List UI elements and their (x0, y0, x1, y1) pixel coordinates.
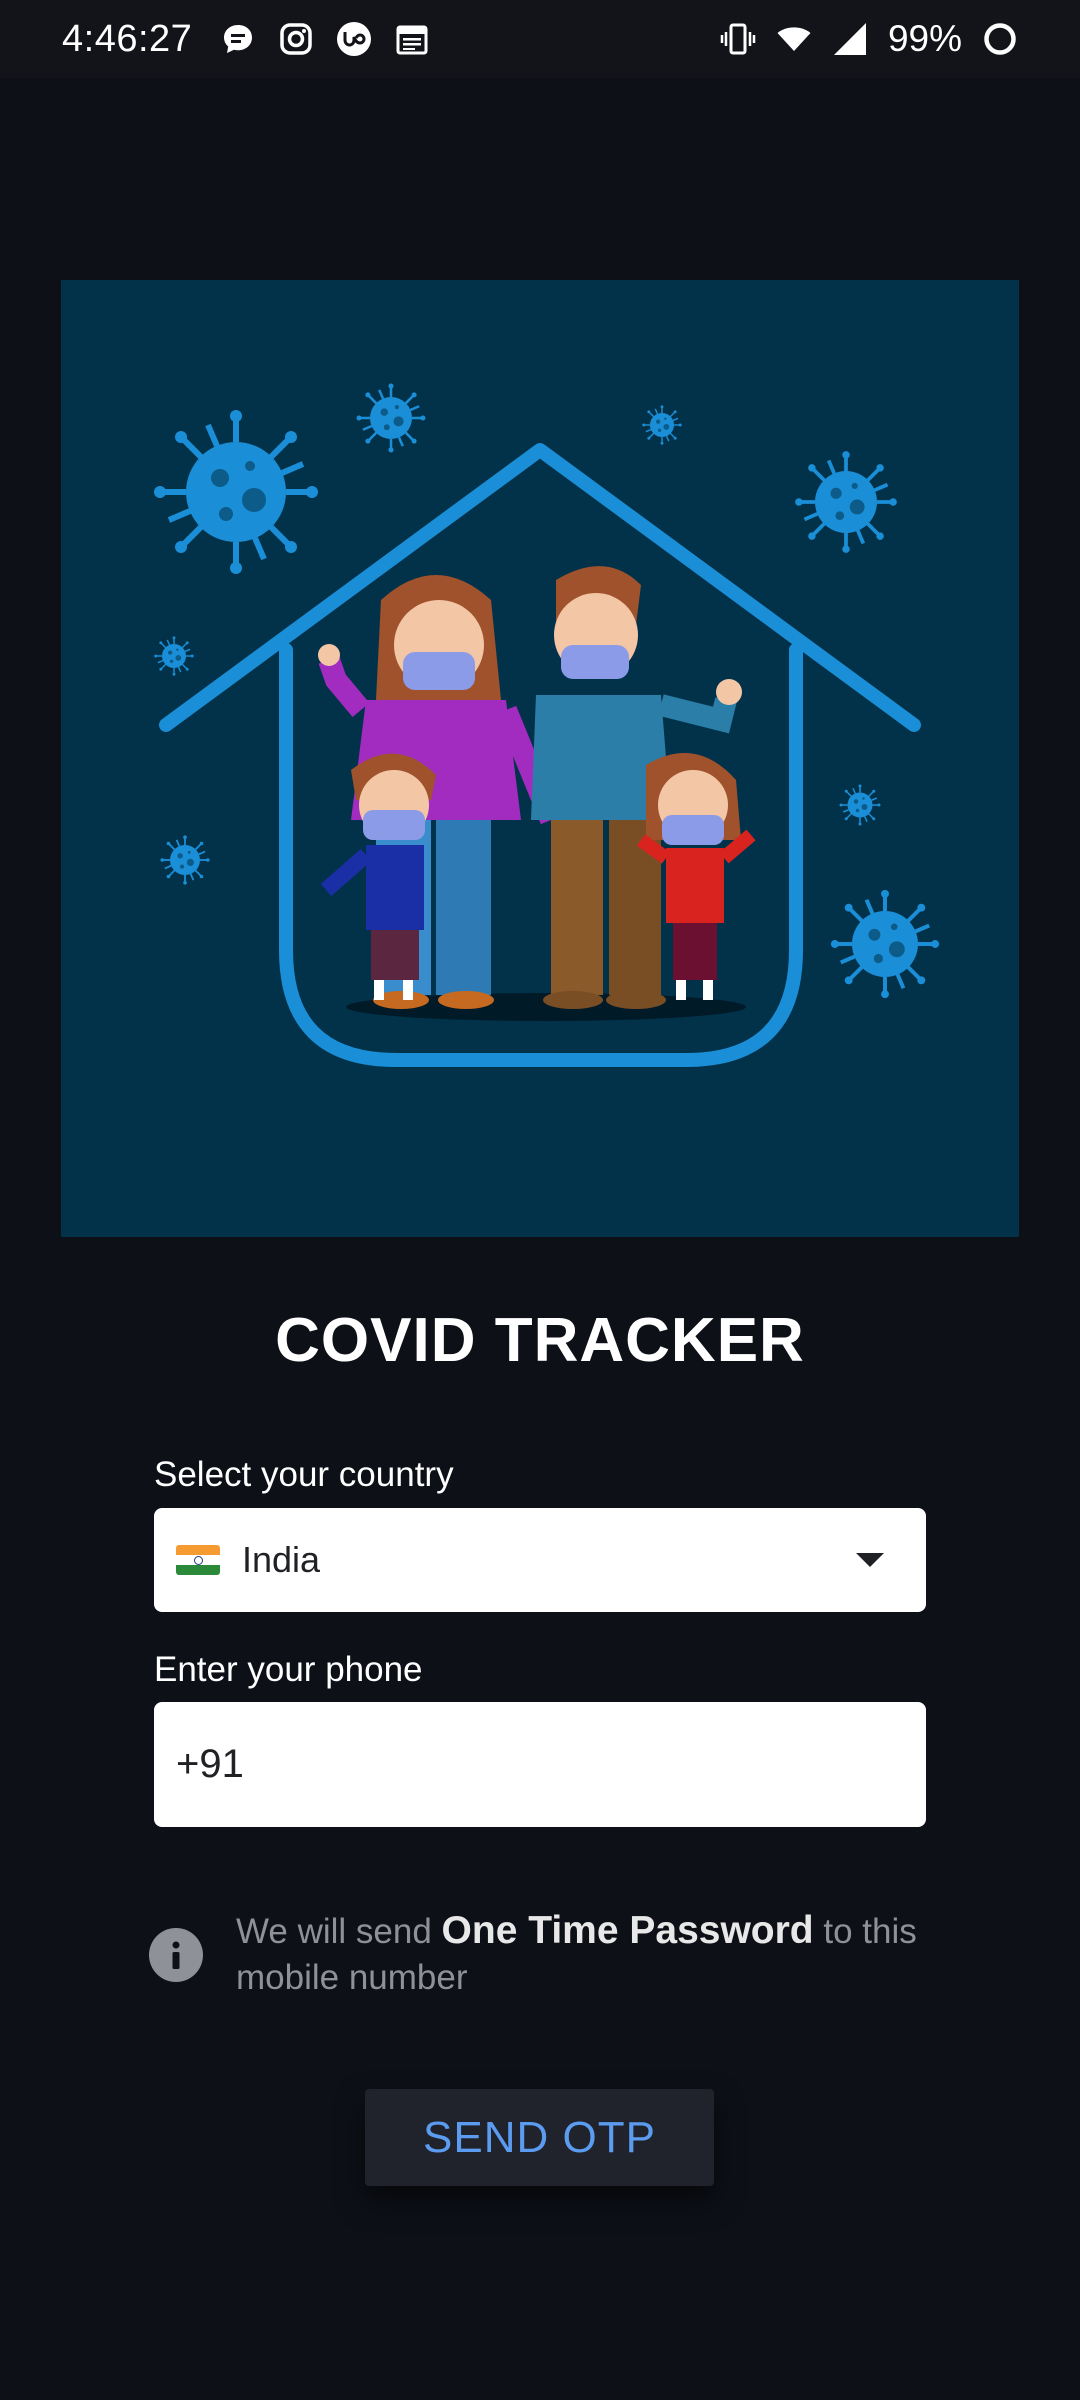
calendar-icon (394, 21, 430, 57)
battery-percent: 99% (887, 18, 962, 59)
messages-icon (220, 21, 256, 57)
wifi-icon (776, 21, 812, 57)
country-select[interactable]: India (154, 1508, 926, 1612)
info-icon (149, 1928, 203, 1982)
signal-icon (832, 21, 868, 57)
india-flag-icon (176, 1545, 220, 1575)
app-title: COVID TRACKER (275, 1306, 805, 1375)
phone-input[interactable] (154, 1702, 926, 1827)
system-indicators: 99% (720, 18, 1018, 60)
country-value: India (242, 1539, 321, 1580)
phone-label: Enter your phone (154, 1650, 423, 1689)
status-time: 4:46:27 (62, 17, 193, 60)
status-bar: 4:46:27 99% (0, 0, 1080, 78)
country-label: Select your country (154, 1455, 454, 1494)
upwork-icon (336, 21, 372, 57)
notification-icons (220, 21, 430, 57)
battery-icon (982, 21, 1018, 57)
family-illustration (61, 382, 942, 1067)
instagram-icon (278, 21, 314, 57)
dropdown-arrow-icon[interactable] (856, 1553, 884, 1567)
send-otp-button[interactable]: SEND OTP (365, 2089, 714, 2186)
otp-info-note: We will send One Time Password to this m… (236, 1908, 956, 2001)
hero-illustration (61, 280, 1019, 1237)
vibrate-icon (720, 21, 756, 57)
info-emphasis: One Time Password (441, 1909, 814, 1952)
info-prefix: We will send (236, 1912, 442, 1951)
